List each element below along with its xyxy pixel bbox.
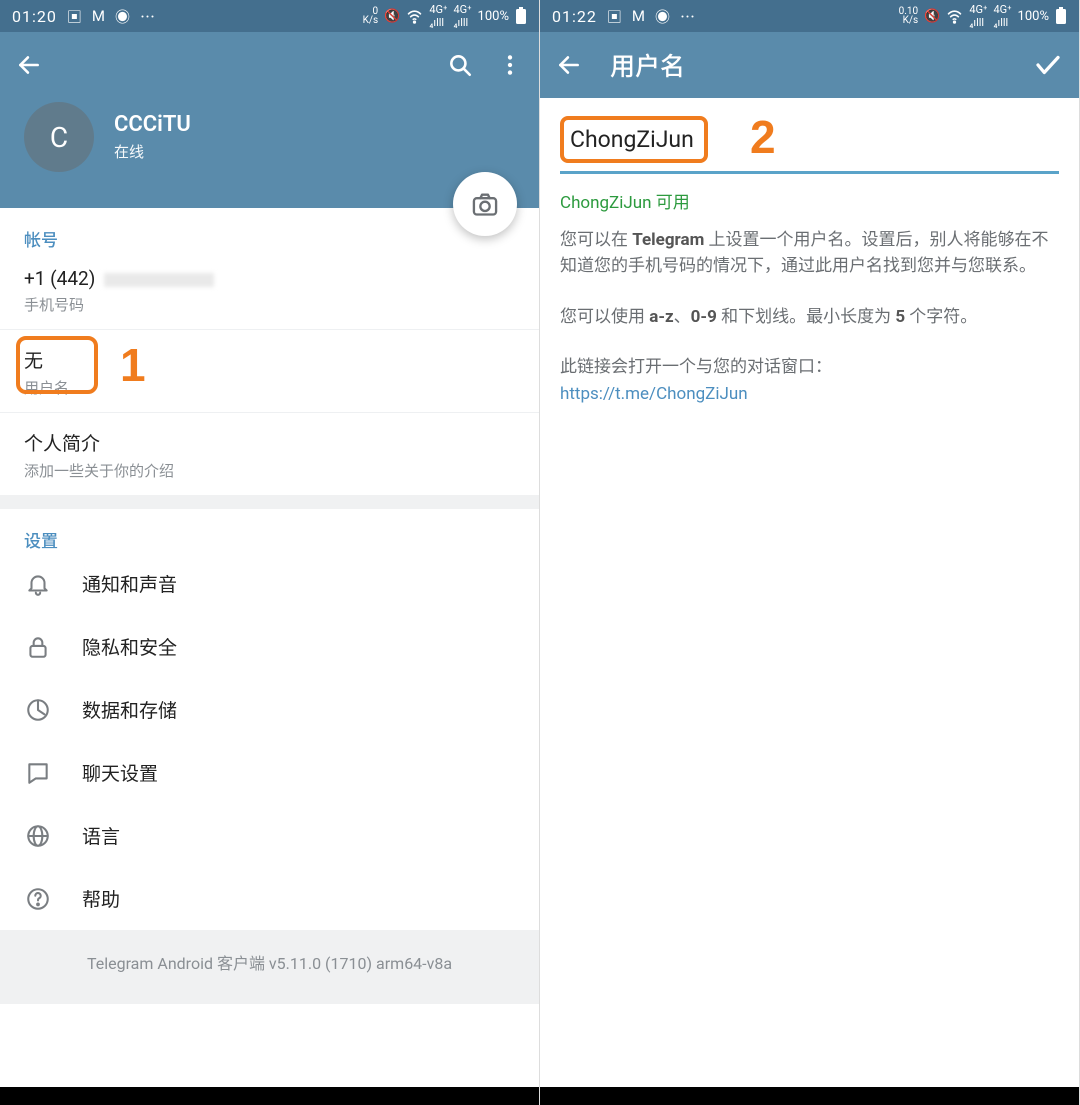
setting-label: 通知和声音 — [82, 570, 177, 597]
settings-header — [0, 32, 539, 98]
wifi-icon — [406, 8, 423, 25]
setting-notifications[interactable]: 通知和声音 — [0, 552, 539, 615]
status-time: 01:22 — [552, 7, 597, 26]
android-navbar — [0, 1087, 539, 1105]
wifi-icon — [946, 8, 963, 25]
more-vert-icon[interactable] — [497, 52, 523, 78]
username-input[interactable]: ChongZiJun — [560, 116, 708, 163]
annotation-number-1: 1 — [120, 338, 146, 392]
setting-label: 聊天设置 — [82, 759, 158, 786]
settings-section-title: 设置 — [0, 509, 539, 552]
mute-icon: 🔇 — [384, 9, 400, 24]
setting-data[interactable]: 数据和存储 — [0, 678, 539, 741]
setting-label: 隐私和安全 — [82, 633, 177, 660]
status-bar: 01:20 ▣ M ◉ ⋯ 0 K/s 🔇 4G⁺₄ılll 4G⁺₄ılll … — [0, 0, 539, 32]
bio-label: 添加一些关于你的介绍 — [24, 460, 515, 481]
username-row[interactable]: 无 用户名 1 — [0, 330, 539, 413]
setting-language[interactable]: 语言 — [0, 804, 539, 867]
settings-section: 设置 通知和声音 隐私和安全 数据和存储 聊天设置 语言 帮助 — [0, 509, 539, 930]
signal-icon: 4G⁺₄ılll — [969, 3, 987, 29]
status-time: 01:20 — [12, 7, 57, 26]
screen-edit-username: 01:22 ▣ M ◉ ⋯ 0.10 K/s 🔇 4G⁺₄ılll 4G⁺₄ıl… — [540, 0, 1080, 1105]
battery-icon — [515, 7, 527, 25]
net-speed: 0.10 K/s — [899, 7, 919, 25]
bio-row[interactable]: 个人简介 添加一些关于你的介绍 — [0, 413, 539, 495]
setting-chat[interactable]: 聊天设置 — [0, 741, 539, 804]
mail-icon: M — [92, 7, 105, 25]
picture-icon: ▣ — [607, 6, 622, 27]
username-description-1: 您可以在 Telegram 上设置一个用户名。设置后，别人将能够在不知道您的手机… — [560, 227, 1059, 280]
signal-icon-2: 4G⁺₄ılll — [993, 3, 1011, 29]
setting-help[interactable]: 帮助 — [0, 867, 539, 930]
username-link-caption: 此链接会打开一个与您的对话窗口： — [560, 354, 1059, 380]
battery-text: 100% — [1018, 9, 1049, 24]
profile-area: C CCCiTU 在线 — [0, 98, 539, 208]
avatar[interactable]: C — [24, 102, 94, 172]
username-description-2: 您可以使用 a-z、0-9 和下划线。最小长度为 5 个字符。 — [560, 304, 1059, 330]
input-underline — [560, 171, 1059, 174]
lock-icon — [24, 634, 52, 660]
data-icon — [24, 697, 52, 723]
signal-icon: 4G⁺₄ılll — [429, 3, 447, 29]
username-link[interactable]: https://t.me/ChongZiJun — [560, 384, 1059, 404]
username-header: 用户名 — [540, 32, 1079, 98]
battery-icon — [1055, 7, 1067, 25]
username-input-wrap: ChongZiJun 2 — [560, 116, 1059, 174]
account-section: 帐号 +1 (442) 手机号码 无 用户名 1 个人简介 添加一些关于你的介绍 — [0, 208, 539, 495]
picture-icon: ▣ — [67, 6, 82, 27]
profile-status: 在线 — [114, 141, 191, 162]
phone-value: +1 (442) — [24, 267, 95, 290]
android-navbar — [540, 1087, 1079, 1105]
header-title: 用户名 — [610, 47, 685, 83]
setting-privacy[interactable]: 隐私和安全 — [0, 615, 539, 678]
section-divider — [0, 495, 539, 509]
phone-redacted — [104, 273, 214, 287]
bio-value: 个人简介 — [24, 429, 515, 456]
phone-row[interactable]: +1 (442) 手机号码 — [0, 251, 539, 330]
help-icon — [24, 886, 52, 912]
availability-text: ChongZiJun 可用 — [560, 188, 1059, 213]
username-form: ChongZiJun 2 ChongZiJun 可用 您可以在 Telegram… — [540, 98, 1079, 422]
chat-icon — [24, 760, 52, 786]
annotation-number-2: 2 — [750, 110, 776, 164]
status-bar: 01:22 ▣ M ◉ ⋯ 0.10 K/s 🔇 4G⁺₄ılll 4G⁺₄ıl… — [540, 0, 1079, 32]
more-icon: ⋯ — [680, 6, 695, 27]
screen-settings: 01:20 ▣ M ◉ ⋯ 0 K/s 🔇 4G⁺₄ılll 4G⁺₄ılll … — [0, 0, 540, 1105]
battery-text: 100% — [478, 9, 509, 24]
signal-icon-2: 4G⁺₄ılll — [453, 3, 471, 29]
search-icon[interactable] — [447, 52, 473, 78]
mail-icon: M — [632, 7, 645, 25]
globe-icon — [24, 823, 52, 849]
back-icon[interactable] — [556, 52, 582, 78]
camera-fab[interactable] — [453, 172, 517, 236]
setting-label: 语言 — [82, 822, 120, 849]
back-icon[interactable] — [16, 52, 42, 78]
chat-icon: ◉ — [115, 6, 130, 27]
bell-icon — [24, 571, 52, 597]
net-speed: 0 K/s — [363, 7, 379, 25]
mute-icon: 🔇 — [924, 9, 940, 24]
chat-icon: ◉ — [655, 6, 670, 27]
app-version: Telegram Android 客户端 v5.11.0 (1710) arm6… — [0, 930, 539, 1004]
confirm-check-icon[interactable] — [1033, 50, 1063, 80]
profile-name: CCCiTU — [114, 112, 191, 137]
phone-label: 手机号码 — [24, 294, 515, 315]
setting-label: 帮助 — [82, 885, 120, 912]
annotation-highlight-1 — [16, 336, 98, 394]
avatar-letter: C — [50, 121, 68, 154]
more-icon: ⋯ — [140, 6, 155, 27]
setting-label: 数据和存储 — [82, 696, 177, 723]
